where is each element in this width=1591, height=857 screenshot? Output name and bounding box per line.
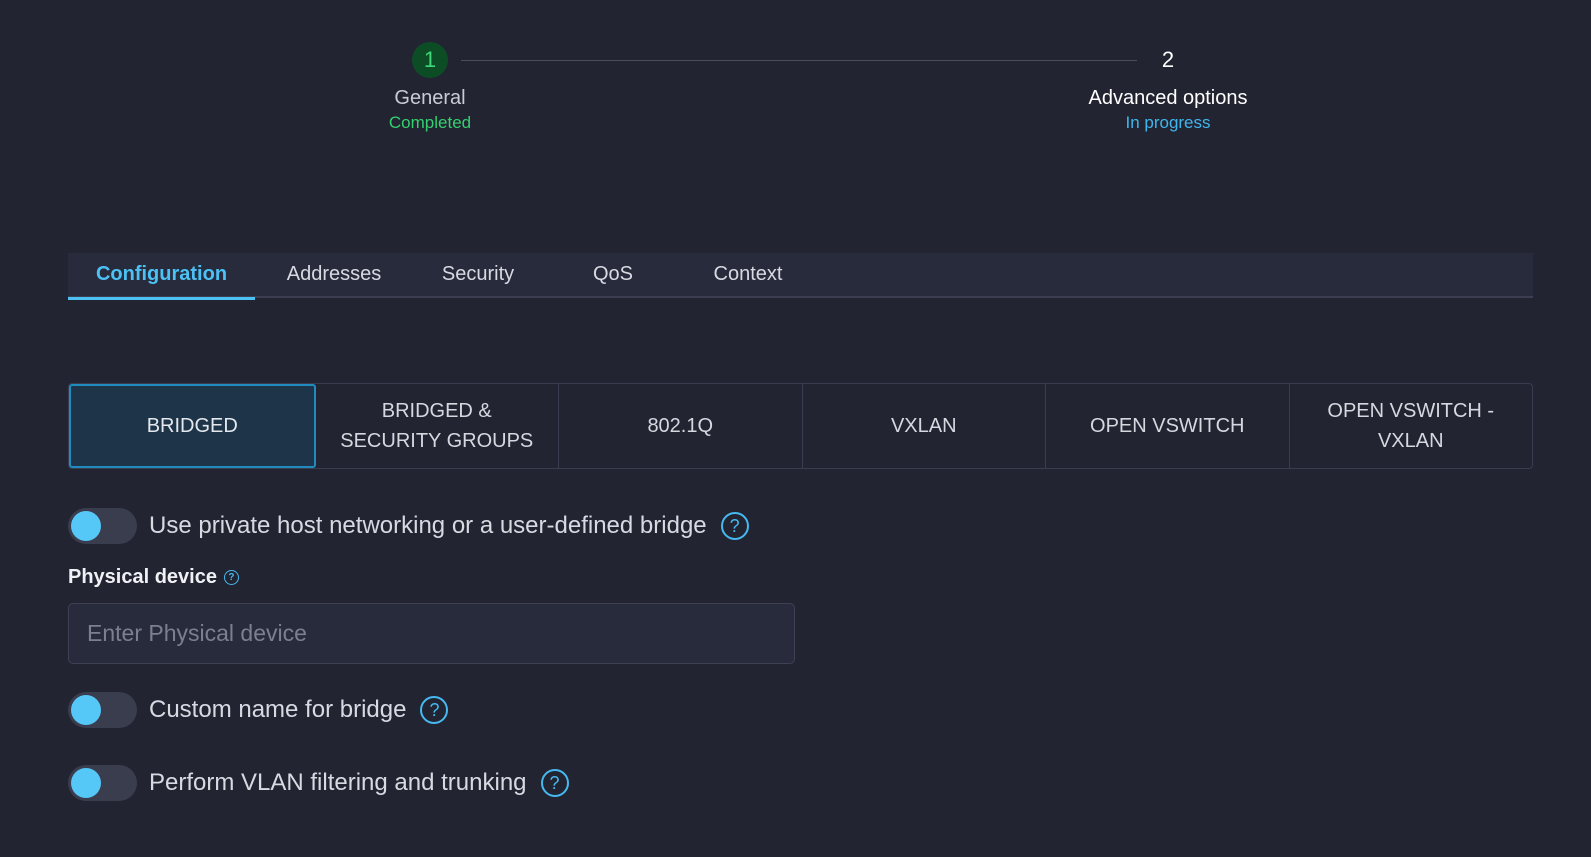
toggle-knob [71,511,101,541]
mode-label-line2: SECURITY GROUPS [340,430,534,452]
mode-open-vswitch-vxlan[interactable]: OPEN VSWITCH - VXLAN [1290,384,1533,468]
step-general[interactable]: 1 General Completed [310,42,550,133]
vlan-filtering-toggle[interactable] [68,765,137,801]
step-status: Completed [388,113,472,132]
step-status: In progress [1125,113,1211,132]
private-host-toggle-label: Use private host networking or a user-de… [149,512,707,539]
step-number-badge: 1 [412,42,448,78]
mode-label: VXLAN [890,415,957,437]
mode-open-vswitch[interactable]: OPEN VSWITCH [1046,384,1290,468]
network-mode-selector: BRIDGED BRIDGED & SECURITY GROUPS 802.1Q… [68,383,1533,469]
mode-bridged[interactable]: BRIDGED [69,384,316,468]
mode-802-1q[interactable]: 802.1Q [559,384,803,468]
mode-vxlan[interactable]: VXLAN [803,384,1046,468]
help-icon[interactable]: ? [420,696,449,724]
custom-bridge-toggle-row: Custom name for bridge ? [68,692,449,728]
help-icon[interactable]: ? [223,570,239,585]
toggle-knob [71,695,101,725]
stepper-connector-line [461,60,1137,61]
step-advanced-options[interactable]: 2 Advanced options In progress [1048,42,1288,133]
mode-label: OPEN VSWITCH [1090,415,1245,437]
vlan-filtering-toggle-label: Perform VLAN filtering and trunking [149,769,527,796]
tab-qos[interactable]: QoS [543,253,683,298]
step-number-badge: 2 [1161,47,1175,72]
mode-label: 802.1Q [647,415,714,437]
tab-context[interactable]: Context [683,253,813,298]
physical-device-label-row: Physical device ? [68,566,239,589]
mode-label: BRIDGED [146,415,238,437]
physical-device-input[interactable] [68,603,795,664]
mode-label-line1: OPEN VSWITCH - [1327,400,1495,422]
vlan-filtering-toggle-row: Perform VLAN filtering and trunking ? [68,765,569,801]
mode-label-line1: BRIDGED & [381,400,492,422]
tab-bar: Configuration Addresses Security QoS Con… [68,253,1533,300]
private-host-toggle[interactable] [68,508,137,544]
step-title: General [394,87,466,109]
wizard-stepper: 1 General Completed 2 Advanced options I… [0,0,1591,150]
step-title: Advanced options [1088,87,1248,109]
help-icon[interactable]: ? [540,769,569,797]
mode-label-line2: VXLAN [1377,430,1444,452]
toggle-knob [71,768,101,798]
private-host-toggle-row: Use private host networking or a user-de… [68,508,749,544]
help-icon[interactable]: ? [720,512,749,540]
mode-bridged-security-groups[interactable]: BRIDGED & SECURITY GROUPS [316,384,559,468]
physical-device-label: Physical device [68,566,217,588]
tab-security[interactable]: Security [413,253,543,298]
tab-addresses[interactable]: Addresses [255,253,413,298]
custom-bridge-toggle-label: Custom name for bridge [149,696,407,723]
custom-bridge-toggle[interactable] [68,692,137,728]
tab-configuration[interactable]: Configuration [68,253,255,300]
